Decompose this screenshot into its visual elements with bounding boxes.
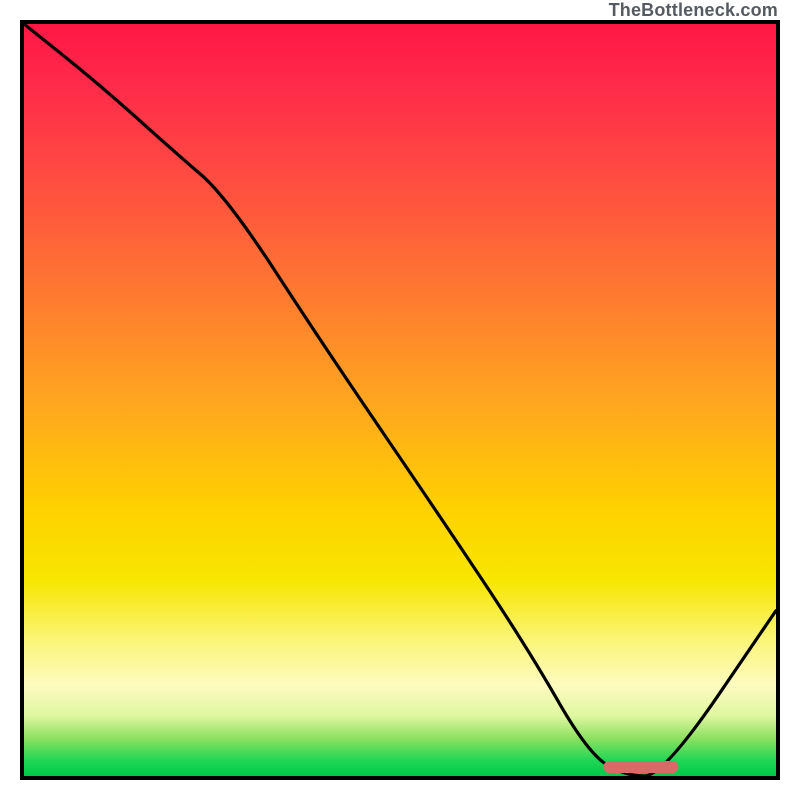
bottleneck-curve-path	[24, 24, 776, 776]
bottleneck-chart: TheBottleneck.com	[0, 0, 800, 800]
curve-layer	[24, 24, 776, 776]
attribution-label: TheBottleneck.com	[609, 0, 778, 21]
optimal-range-marker	[603, 761, 678, 773]
plot-area	[20, 20, 780, 780]
